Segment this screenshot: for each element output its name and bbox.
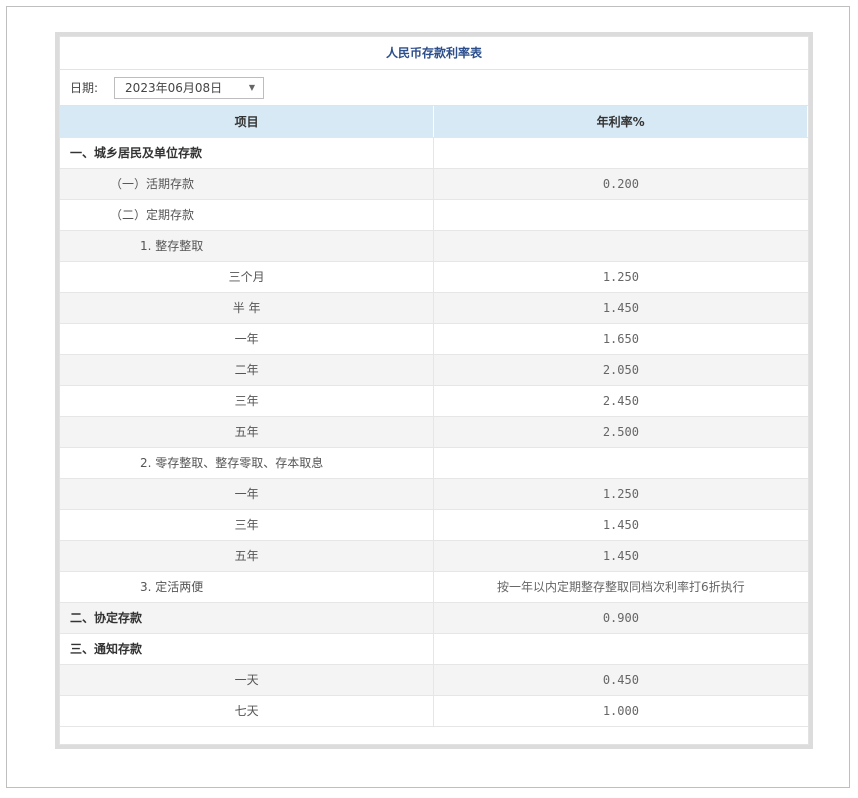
row-item-label: 五年	[60, 416, 434, 447]
table-row: 一年1.250	[60, 478, 808, 509]
row-item-label: 三个月	[60, 261, 434, 292]
table-row: 一天0.450	[60, 664, 808, 695]
row-rate-value	[434, 230, 808, 261]
table-row: （二）定期存款	[60, 199, 808, 230]
date-select-value: 2023年06月08日	[125, 79, 222, 96]
table-row: （一）活期存款0.200	[60, 168, 808, 199]
table-row: 二年2.050	[60, 354, 808, 385]
rate-table: 项目 年利率% 一、城乡居民及单位存款（一）活期存款0.200（二）定期存款1.…	[60, 106, 808, 727]
row-item-label: 2. 零存整取、整存零取、存本取息	[60, 447, 434, 478]
table-row: 三年1.450	[60, 509, 808, 540]
row-rate-value: 1.250	[434, 261, 808, 292]
date-label: 日期:	[70, 79, 98, 96]
row-rate-value: 0.450	[434, 664, 808, 695]
row-rate-value: 1.650	[434, 323, 808, 354]
row-item-label: 三年	[60, 385, 434, 416]
table-row: 一年1.650	[60, 323, 808, 354]
row-item-label: 一、城乡居民及单位存款	[60, 137, 434, 168]
table-row: 五年1.450	[60, 540, 808, 571]
row-rate-value: 1.000	[434, 695, 808, 726]
row-item-label: 一年	[60, 323, 434, 354]
header-rate: 年利率%	[434, 106, 808, 137]
table-row: 3. 定活两便按一年以内定期整存整取同档次利率打6折执行	[60, 571, 808, 602]
row-rate-value	[434, 137, 808, 168]
table-row: 七天1.000	[60, 695, 808, 726]
page-frame: 人民币存款利率表 日期: 2023年06月08日 ▼ 项目 年利率% 一、城乡居…	[6, 6, 850, 788]
row-rate-value: 1.450	[434, 292, 808, 323]
row-rate-value: 2.500	[434, 416, 808, 447]
row-rate-value: 0.900	[434, 602, 808, 633]
row-rate-value: 按一年以内定期整存整取同档次利率打6折执行	[434, 571, 808, 602]
row-item-label: 七天	[60, 695, 434, 726]
rate-table-container: 人民币存款利率表 日期: 2023年06月08日 ▼ 项目 年利率% 一、城乡居…	[59, 36, 809, 745]
row-rate-value: 1.450	[434, 509, 808, 540]
table-row: 三、通知存款	[60, 633, 808, 664]
table-row: 一、城乡居民及单位存款	[60, 137, 808, 168]
row-item-label: （一）活期存款	[60, 168, 434, 199]
row-rate-value: 0.200	[434, 168, 808, 199]
date-select[interactable]: 2023年06月08日 ▼	[114, 77, 264, 99]
table-row: 三年2.450	[60, 385, 808, 416]
row-rate-value	[434, 633, 808, 664]
table-title: 人民币存款利率表	[60, 37, 808, 70]
row-rate-value: 2.450	[434, 385, 808, 416]
table-row: 2. 零存整取、整存零取、存本取息	[60, 447, 808, 478]
row-rate-value	[434, 447, 808, 478]
table-row: 1. 整存整取	[60, 230, 808, 261]
row-item-label: （二）定期存款	[60, 199, 434, 230]
row-item-label: 五年	[60, 540, 434, 571]
table-row: 五年2.500	[60, 416, 808, 447]
row-rate-value: 1.450	[434, 540, 808, 571]
row-item-label: 二年	[60, 354, 434, 385]
row-item-label: 三、通知存款	[60, 633, 434, 664]
table-row: 半 年1.450	[60, 292, 808, 323]
table-row: 三个月1.250	[60, 261, 808, 292]
rate-table-panel: 人民币存款利率表 日期: 2023年06月08日 ▼ 项目 年利率% 一、城乡居…	[55, 32, 813, 749]
row-item-label: 1. 整存整取	[60, 230, 434, 261]
row-item-label: 三年	[60, 509, 434, 540]
row-rate-value	[434, 199, 808, 230]
row-item-label: 一天	[60, 664, 434, 695]
row-item-label: 二、协定存款	[60, 602, 434, 633]
row-item-label: 3. 定活两便	[60, 571, 434, 602]
table-row: 二、协定存款0.900	[60, 602, 808, 633]
header-item: 项目	[60, 106, 434, 137]
date-filter-row: 日期: 2023年06月08日 ▼	[60, 70, 808, 106]
chevron-down-icon: ▼	[249, 83, 255, 92]
row-rate-value: 1.250	[434, 478, 808, 509]
row-item-label: 半 年	[60, 292, 434, 323]
row-rate-value: 2.050	[434, 354, 808, 385]
row-item-label: 一年	[60, 478, 434, 509]
table-header-row: 项目 年利率%	[60, 106, 808, 137]
